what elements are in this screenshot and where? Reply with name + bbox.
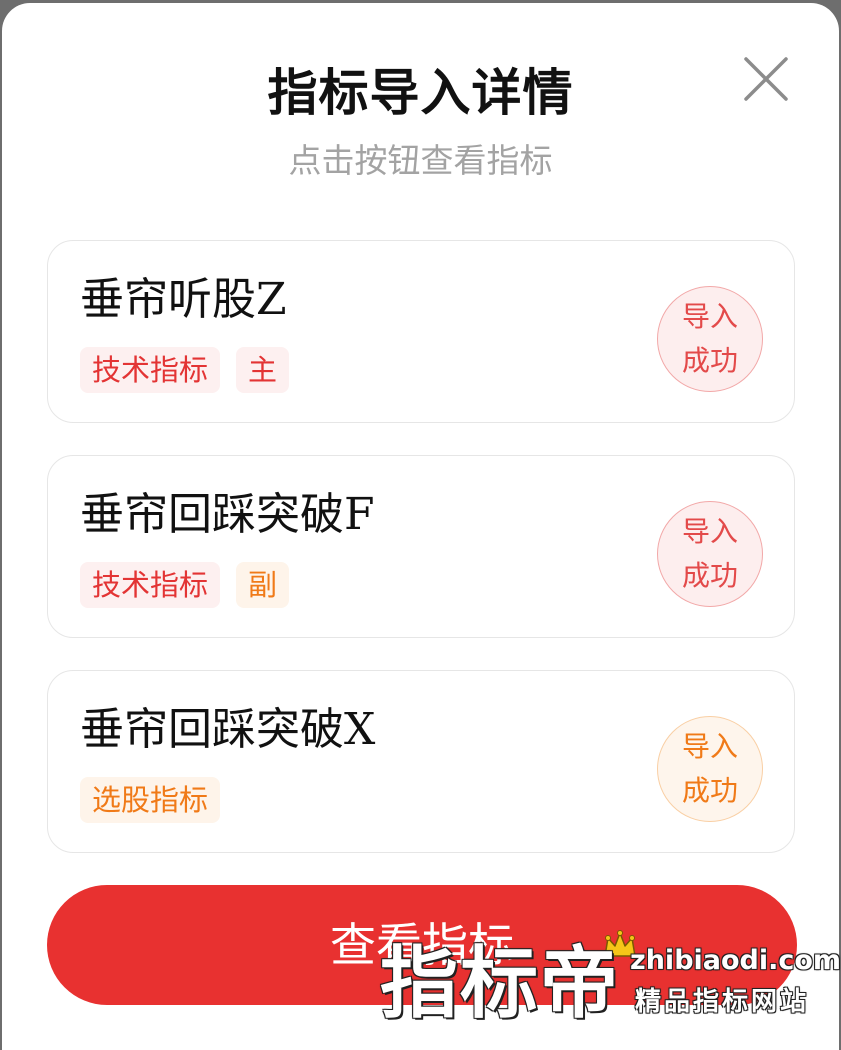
indicator-name: 垂帘回踩突破F [80, 489, 375, 540]
view-indicators-button[interactable]: 查看指标 [47, 885, 797, 1005]
tag-main: 主 [236, 347, 290, 393]
indicator-card: 垂帘回踩突破X 选股指标 导入 成功 [47, 670, 795, 853]
indicator-card: 垂帘听股Z 技术指标 主 导入 成功 [47, 240, 795, 423]
status-line-2: 成功 [681, 344, 738, 377]
tag-type: 选股指标 [80, 777, 221, 823]
tag-type: 技术指标 [80, 562, 221, 608]
status-line-1: 导入 [681, 515, 738, 548]
close-button[interactable] [740, 53, 792, 105]
indicator-card: 垂帘回踩突破F 技术指标 副 导入 成功 [47, 455, 795, 638]
status-badge: 导入 成功 [657, 286, 763, 392]
indicator-tags: 技术指标 副 [80, 562, 290, 608]
indicator-name: 垂帘回踩突破X [80, 704, 376, 755]
status-line-1: 导入 [681, 300, 738, 333]
modal-title: 指标导入详情 [267, 64, 574, 122]
tag-sub: 副 [236, 562, 290, 608]
status-line-2: 成功 [681, 559, 738, 592]
status-badge: 导入 成功 [657, 716, 763, 822]
indicator-tags: 技术指标 主 [80, 347, 290, 393]
status-line-2: 成功 [681, 774, 738, 807]
import-details-modal: 指标导入详情 点击按钮查看指标 垂帘听股Z 技术指标 主 导入 成功 垂帘回踩突… [2, 3, 839, 1050]
tag-type: 技术指标 [80, 347, 221, 393]
modal-subtitle: 点击按钮查看指标 [288, 141, 553, 180]
status-badge: 导入 成功 [657, 501, 763, 607]
close-icon [744, 57, 788, 101]
indicator-name: 垂帘听股Z [80, 274, 287, 325]
indicator-tags: 选股指标 [80, 777, 221, 823]
status-line-1: 导入 [681, 730, 738, 763]
